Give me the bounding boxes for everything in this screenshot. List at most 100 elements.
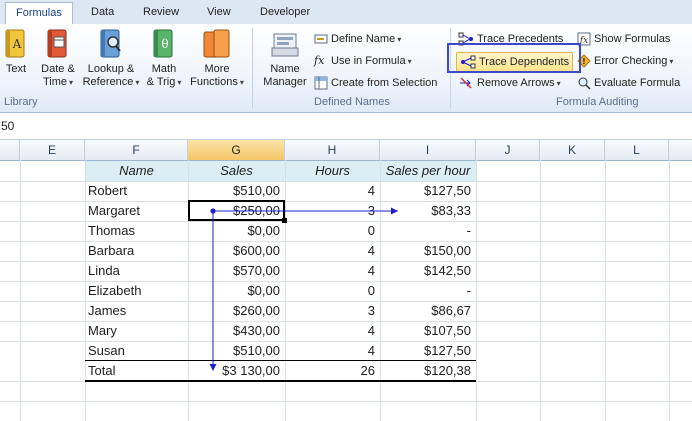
column-headers: E F G H I J K L [0, 140, 692, 161]
error-checking-button[interactable]: ! Error Checking ▾ [577, 52, 673, 70]
create-from-selection-button[interactable]: Create from Selection [314, 74, 437, 92]
cell-name[interactable]: Susan [85, 341, 188, 361]
show-formulas-label: Show Formulas [594, 33, 671, 45]
defined-names-group-label: Defined Names [314, 96, 390, 108]
svg-text:!: ! [582, 57, 586, 66]
fill-handle[interactable] [282, 218, 287, 223]
total-label[interactable]: Total [85, 361, 188, 381]
cell-sales[interactable]: $570,00 [188, 261, 285, 281]
cell-name[interactable]: Robert [85, 181, 188, 201]
name-manager-label-1: Name [270, 63, 300, 75]
cell-name[interactable]: Margaret [85, 201, 188, 221]
name-manager-icon [271, 33, 299, 57]
tab-view[interactable]: View [207, 6, 231, 18]
column-header-l[interactable]: L [605, 140, 669, 160]
ribbon-tab-bar: Formulas Data Review View Developer [0, 0, 692, 25]
lookup-label-1: Lookup & [87, 63, 135, 75]
cell-hours[interactable]: 4 [285, 261, 380, 281]
worksheet-grid[interactable]: E F G H I J K L Name Sales Hours Sales p… [0, 140, 692, 421]
name-manager-label-2: Manager [263, 76, 307, 88]
define-name-button[interactable]: Define Name ▾ [314, 30, 401, 48]
evaluate-formula-button[interactable]: Evaluate Formula [577, 74, 680, 92]
cell-name[interactable]: Linda [85, 261, 188, 281]
cell-sales[interactable]: $260,00 [188, 301, 285, 321]
total-sales-per-hour[interactable]: $120,38 [380, 361, 476, 381]
cell-hours[interactable]: 4 [285, 341, 380, 361]
tab-developer[interactable]: Developer [260, 6, 310, 18]
cell-sales-per-hour[interactable]: $127,50 [380, 341, 476, 361]
cell-name[interactable]: Barbara [85, 241, 188, 261]
gridline [0, 401, 692, 402]
error-checking-label: Error Checking [594, 55, 668, 67]
header-name[interactable]: Name [85, 161, 188, 181]
more-functions-button[interactable]: More Functions ▾ [188, 28, 246, 89]
remove-arrows-label: Remove Arrows [477, 77, 555, 89]
lookup-reference-button[interactable]: Lookup & Reference ▾ [82, 28, 140, 89]
column-header-e[interactable]: E [20, 140, 85, 160]
tab-formulas[interactable]: Formulas [5, 2, 73, 24]
text-functions-button[interactable]: A Text [2, 28, 30, 76]
cell-sales-per-hour[interactable]: - [380, 221, 476, 241]
formula-bar[interactable]: 50 [0, 113, 692, 140]
cell-sales[interactable]: $600,00 [188, 241, 285, 261]
name-manager-button[interactable]: Name Manager [260, 28, 310, 89]
cell-sales-per-hour[interactable]: - [380, 281, 476, 301]
cell-name[interactable]: Thomas [85, 221, 188, 241]
cell-sales-per-hour[interactable]: $83,33 [380, 201, 476, 221]
cell-name[interactable]: Mary [85, 321, 188, 341]
header-sales-per-hour[interactable]: Sales per hour [380, 161, 476, 181]
more-functions-label-2: Functions [190, 76, 238, 88]
date-time-functions-button[interactable]: Date & Time ▾ [38, 28, 78, 89]
chevron-down-icon: ▾ [397, 35, 402, 44]
cell-sales-per-hour[interactable]: $142,50 [380, 261, 476, 281]
chevron-down-icon: ▾ [239, 78, 244, 87]
text-book-icon: A [5, 29, 25, 58]
cell-hours[interactable]: 4 [285, 321, 380, 341]
chevron-down-icon: ▾ [556, 79, 561, 88]
group-divider [252, 28, 253, 108]
cell-name[interactable]: James [85, 301, 188, 321]
ribbon: A Text Date & Time ▾ Lookup & Reference ▾ … [0, 24, 692, 113]
column-header-f[interactable]: F [85, 140, 188, 160]
tab-data[interactable]: Data [91, 6, 114, 18]
total-hours[interactable]: 26 [285, 361, 380, 381]
create-from-selection-icon [314, 76, 328, 90]
use-in-formula-button[interactable]: fx Use in Formula ▾ [314, 52, 412, 70]
cell-hours[interactable]: 0 [285, 221, 380, 241]
cell-name[interactable]: Elizabeth [85, 281, 188, 301]
header-sales[interactable]: Sales [188, 161, 285, 181]
active-cell-border [188, 200, 285, 221]
cell-hours[interactable]: 4 [285, 181, 380, 201]
column-header-g[interactable]: G [188, 140, 285, 160]
chevron-down-icon: ▾ [669, 57, 674, 66]
cell-hours[interactable]: 3 [285, 201, 380, 221]
column-header-k[interactable]: K [540, 140, 605, 160]
cell-sales[interactable]: $0,00 [188, 281, 285, 301]
cell-sales[interactable]: $0,00 [188, 221, 285, 241]
lookup-book-icon [100, 29, 121, 58]
column-header-j[interactable]: J [476, 140, 540, 160]
remove-arrows-button[interactable]: Remove Arrows ▾ [458, 74, 561, 92]
cell-sales[interactable]: $510,00 [188, 341, 285, 361]
lookup-label-2: Reference [82, 76, 134, 88]
show-formulas-button[interactable]: fx Show Formulas [577, 30, 670, 48]
cell-hours[interactable]: 0 [285, 281, 380, 301]
header-hours[interactable]: Hours [285, 161, 380, 181]
tab-review[interactable]: Review [143, 6, 179, 18]
date-time-label-2: Time [42, 76, 68, 88]
math-trig-button[interactable]: θ Math & Trig ▾ [144, 28, 184, 89]
cell-hours[interactable]: 3 [285, 301, 380, 321]
date-time-label-1: Date & [41, 63, 75, 75]
cell-sales[interactable]: $510,00 [188, 181, 285, 201]
total-bottom-border [85, 380, 476, 382]
column-header-i[interactable]: I [380, 140, 476, 160]
cell-sales[interactable]: $430,00 [188, 321, 285, 341]
formula-bar-value[interactable]: 50 [1, 119, 14, 133]
cell-sales-per-hour[interactable]: $86,67 [380, 301, 476, 321]
cell-sales-per-hour[interactable]: $107,50 [380, 321, 476, 341]
total-sales[interactable]: $3 130,00 [188, 361, 285, 381]
cell-sales-per-hour[interactable]: $150,00 [380, 241, 476, 261]
column-header-h[interactable]: H [285, 140, 380, 160]
cell-sales-per-hour[interactable]: $127,50 [380, 181, 476, 201]
cell-hours[interactable]: 4 [285, 241, 380, 261]
